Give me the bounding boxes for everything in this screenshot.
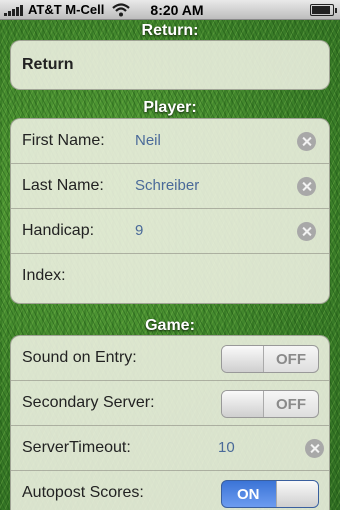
status-bar: AT&T M-Cell 8:20 AM <box>0 0 340 20</box>
autopost-scores-row: Autopost Scores: ON <box>11 471 329 510</box>
toggle-state: OFF <box>276 396 306 413</box>
handicap-field[interactable]: 9 <box>135 222 143 239</box>
sound-on-entry-label: Sound on Entry: <box>22 349 137 366</box>
return-button-label: Return <box>22 56 74 73</box>
index-label: Index: <box>22 267 66 284</box>
clear-first-name-icon[interactable] <box>297 132 316 151</box>
server-timeout-label: ServerTimeout: <box>22 439 131 456</box>
toggle-state: OFF <box>276 351 306 368</box>
toggle-state: ON <box>237 486 260 503</box>
last-name-row[interactable]: Last Name: Schreiber <box>11 164 329 209</box>
server-timeout-row[interactable]: ServerTimeout: 10 <box>11 426 329 471</box>
handicap-row[interactable]: Handicap: 9 <box>11 209 329 254</box>
toggle-knob <box>222 391 264 417</box>
first-name-label: First Name: <box>22 132 105 149</box>
server-timeout-field[interactable]: 10 <box>218 439 235 456</box>
sound-on-entry-row: Sound on Entry: OFF <box>11 336 329 381</box>
autopost-scores-label: Autopost Scores: <box>22 484 144 501</box>
first-name-row[interactable]: First Name: Neil <box>11 119 329 164</box>
last-name-field[interactable]: Schreiber <box>135 177 199 194</box>
secondary-server-row: Secondary Server: OFF <box>11 381 329 426</box>
first-name-field[interactable]: Neil <box>135 132 161 149</box>
secondary-server-label: Secondary Server: <box>22 394 155 411</box>
toggle-knob <box>276 481 318 507</box>
section-title-player: Player: <box>143 99 197 116</box>
toggle-knob <box>222 346 264 372</box>
section-title-return: Return: <box>141 22 199 39</box>
section-title-game: Game: <box>145 317 195 334</box>
secondary-server-toggle[interactable]: OFF <box>221 390 319 418</box>
clear-last-name-icon[interactable] <box>297 177 316 196</box>
handicap-label: Handicap: <box>22 222 95 239</box>
return-group: Return <box>10 40 330 90</box>
carrier-name: AT&T M-Cell <box>28 2 105 17</box>
index-row[interactable]: Index: <box>11 254 329 299</box>
clock: 8:20 AM <box>150 2 204 18</box>
return-button[interactable]: Return <box>11 41 329 89</box>
last-name-label: Last Name: <box>22 177 104 194</box>
clear-handicap-icon[interactable] <box>297 222 316 241</box>
signal-icon <box>4 5 26 16</box>
wifi-icon <box>112 3 130 17</box>
player-group: First Name: Neil Last Name: Schreiber Ha… <box>10 118 330 304</box>
clear-server-timeout-icon[interactable] <box>305 439 324 458</box>
battery-icon <box>310 4 337 16</box>
sound-on-entry-toggle[interactable]: OFF <box>221 345 319 373</box>
game-group: Sound on Entry: OFF Secondary Server: OF… <box>10 335 330 510</box>
autopost-scores-toggle[interactable]: ON <box>221 480 319 508</box>
